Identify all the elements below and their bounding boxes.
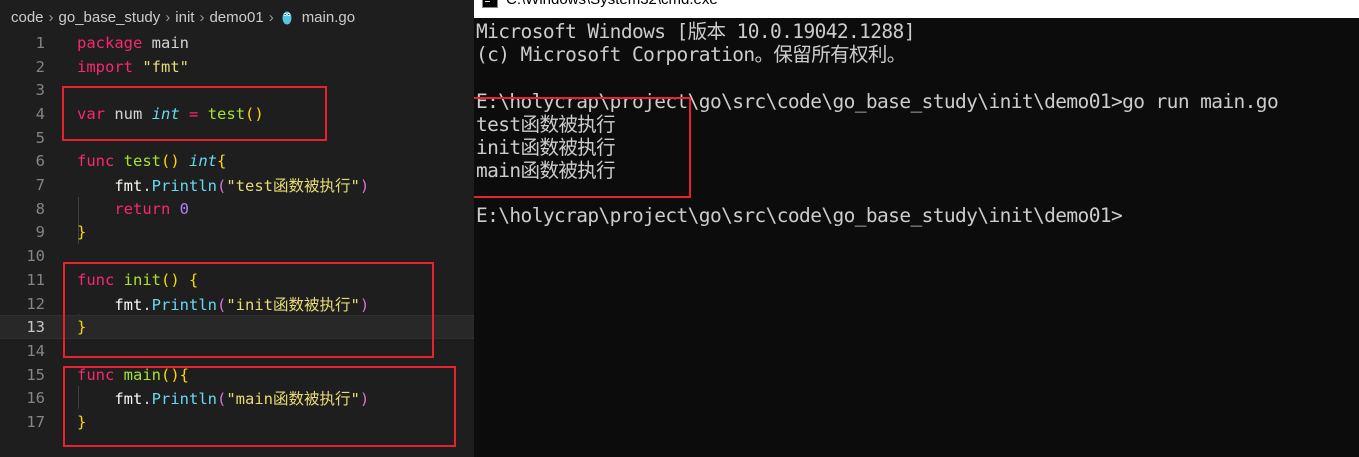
code-line[interactable]: 15 func main(){ bbox=[0, 363, 474, 387]
cmd-window[interactable]: C:\Windows\System32\cmd.exe Microsoft Wi… bbox=[474, 0, 1359, 457]
terminal-line: test函数被执行 bbox=[476, 113, 616, 136]
go-file-icon bbox=[281, 8, 293, 26]
code-line[interactable]: 8 return 0 bbox=[0, 197, 474, 221]
code-line[interactable]: 10 bbox=[0, 244, 474, 268]
terminal-line: Microsoft Windows [版本 10.0.19042.1288] bbox=[476, 20, 915, 43]
code-line-current[interactable]: 13 } bbox=[0, 315, 474, 340]
terminal-prompt[interactable]: E:\holycrap\project\go\src\code\go_base_… bbox=[476, 204, 1123, 227]
code-line[interactable]: 11 func init() { bbox=[0, 268, 474, 292]
breadcrumb-item-main-go[interactable]: main.go bbox=[302, 9, 355, 26]
cmd-icon bbox=[482, 0, 498, 8]
line-number: 10 bbox=[26, 247, 45, 266]
code-line[interactable]: 17 } bbox=[0, 410, 474, 434]
line-number: 2 bbox=[35, 57, 45, 76]
line-number: 1 bbox=[35, 33, 45, 52]
line-number: 16 bbox=[26, 389, 45, 408]
breadcrumb-item-go-base-study[interactable]: go_base_study bbox=[59, 9, 161, 26]
terminal-line: (c) Microsoft Corporation。保留所有权利。 bbox=[476, 43, 906, 66]
chevron-right-icon: › bbox=[199, 8, 205, 26]
code-line[interactable]: 16 fmt.Println("main函数被执行") bbox=[0, 387, 474, 411]
code-line[interactable]: 3 bbox=[0, 78, 474, 102]
line-number: 8 bbox=[35, 199, 45, 218]
terminal-line: E:\holycrap\project\go\src\code\go_base_… bbox=[476, 90, 1279, 113]
window-title: C:\Windows\System32\cmd.exe bbox=[506, 0, 718, 8]
line-number: 7 bbox=[35, 176, 45, 195]
line-number: 9 bbox=[35, 223, 45, 242]
code-line[interactable]: 14 bbox=[0, 339, 474, 363]
code-line[interactable]: 9 } bbox=[0, 221, 474, 245]
code-line[interactable]: 6 func test() int{ bbox=[0, 150, 474, 174]
code-editor[interactable]: code › go_base_study › init › demo01 › m… bbox=[0, 0, 474, 457]
line-number: 11 bbox=[26, 270, 45, 289]
code-line[interactable]: 2 import "fmt" bbox=[0, 55, 474, 79]
breadcrumb-item-code[interactable]: code bbox=[11, 9, 44, 26]
code-line[interactable]: 4 var num int = test() bbox=[0, 102, 474, 126]
line-number: 14 bbox=[26, 341, 45, 360]
breadcrumb-item-init[interactable]: init bbox=[175, 9, 194, 26]
line-number: 5 bbox=[35, 128, 45, 147]
line-number: 3 bbox=[35, 81, 45, 100]
chevron-right-icon: › bbox=[165, 8, 171, 26]
line-number: 15 bbox=[26, 365, 45, 384]
line-number: 6 bbox=[35, 152, 45, 171]
line-number: 13 bbox=[26, 318, 45, 337]
window-titlebar[interactable]: C:\Windows\System32\cmd.exe bbox=[474, 0, 1359, 18]
terminal-line: init函数被执行 bbox=[476, 136, 616, 159]
chevron-right-icon: › bbox=[268, 8, 274, 26]
code-line[interactable]: 1 package main bbox=[0, 31, 474, 55]
breadcrumb-item-demo01[interactable]: demo01 bbox=[209, 9, 263, 26]
code-line[interactable]: 7 fmt.Println("test函数被执行") bbox=[0, 173, 474, 197]
terminal-line: main函数被执行 bbox=[476, 159, 616, 182]
breadcrumb: code › go_base_study › init › demo01 › m… bbox=[0, 0, 474, 34]
code-line[interactable]: 5 bbox=[0, 126, 474, 150]
code-line[interactable]: 12 fmt.Println("init函数被执行") bbox=[0, 292, 474, 316]
line-number: 12 bbox=[26, 294, 45, 313]
line-number: 4 bbox=[35, 104, 45, 123]
chevron-right-icon: › bbox=[48, 8, 54, 26]
line-number: 17 bbox=[26, 413, 45, 432]
